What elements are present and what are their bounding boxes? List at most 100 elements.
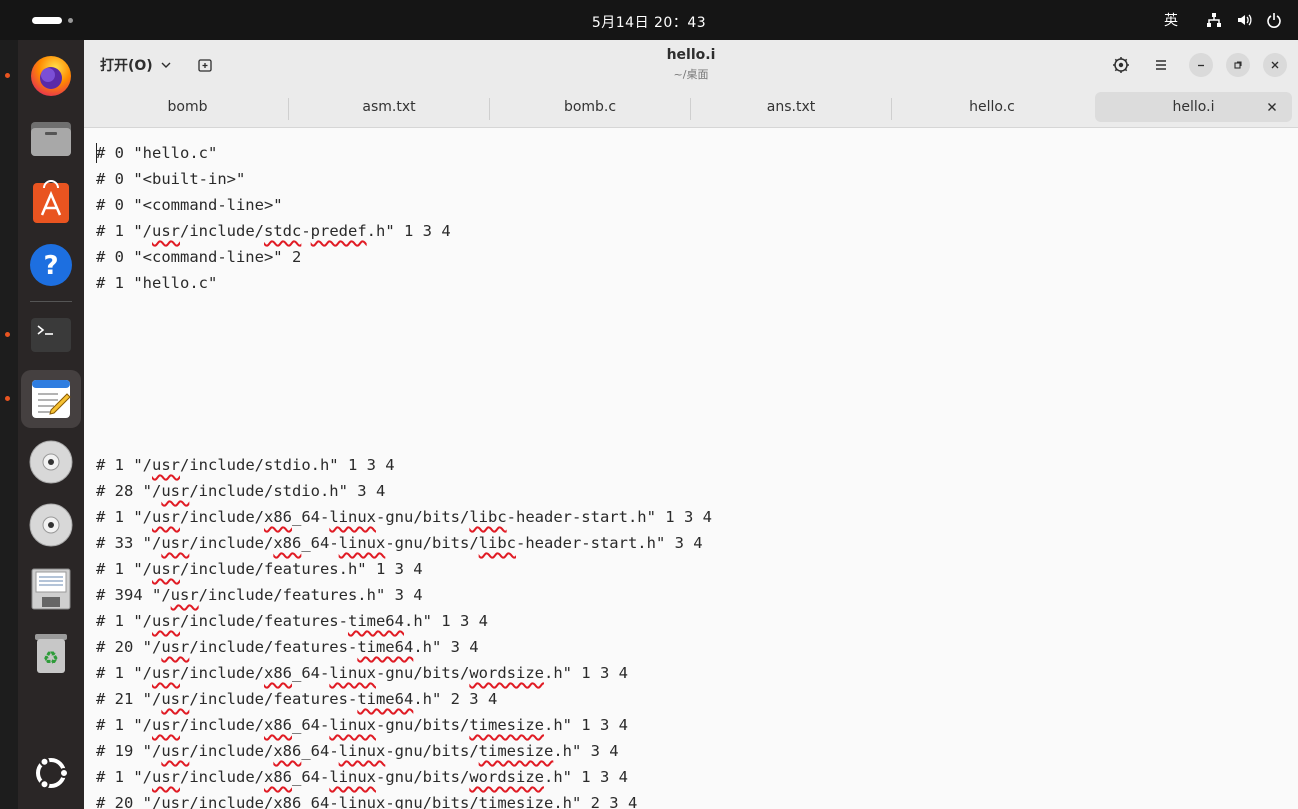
text-editor-window: 打开(O) hello.i ~/桌面 bomb asm.txt bomb.c a… — [84, 40, 1298, 809]
code-line: # 28 "/usr/include/stdio.h" 3 4 — [96, 482, 386, 500]
volume-icon[interactable] — [1236, 12, 1252, 28]
trash-icon: ♻ — [35, 634, 67, 673]
misspelled-word: libc — [469, 508, 507, 526]
restore-button[interactable] — [1226, 53, 1250, 77]
misspelled-word: usr — [161, 638, 190, 656]
minimize-button[interactable] — [1189, 53, 1213, 77]
misspelled-word: predef — [310, 222, 367, 240]
misspelled-word: wordsize — [469, 768, 544, 786]
dock-terminal[interactable] — [5, 306, 81, 364]
tab-asm-txt[interactable]: asm.txt — [289, 92, 489, 122]
code-line: # 394 "/usr/include/features.h" 3 4 — [96, 586, 423, 604]
tab-label: bomb — [167, 99, 208, 115]
dock-disc-1[interactable] — [21, 433, 81, 491]
running-indicator — [5, 73, 10, 78]
tab-bar: bomb asm.txt bomb.c ans.txt hello.c hell… — [84, 88, 1298, 128]
dock-disc-2[interactable] — [21, 496, 81, 554]
app-center-icon — [33, 180, 69, 223]
dock-help[interactable]: ? — [21, 236, 81, 294]
misspelled-word: timesize — [478, 794, 554, 809]
running-indicator — [5, 332, 10, 337]
terminal-icon — [31, 318, 71, 352]
dock-firefox[interactable] — [5, 47, 81, 105]
code-line: # 0 "<command-line>" — [96, 196, 283, 214]
code-line: # 1 "/usr/include/x86_64-linux-gnu/bits/… — [96, 508, 712, 526]
code-line: # 20 "/usr/include/x86_64-linux-gnu/bits… — [96, 790, 637, 809]
misspelled-word: usr — [161, 690, 190, 708]
misspelled-word: linux — [338, 794, 386, 809]
code-line: # 0 "<built-in>" — [96, 170, 246, 188]
code-line: # 1 "hello.c" — [96, 274, 218, 292]
misspelled-word: timesize — [478, 742, 554, 760]
top-bar: 5月14日 20：43 英 — [0, 0, 1298, 40]
dock-save-drive[interactable] — [21, 560, 81, 618]
misspelled-word: x86 — [264, 768, 292, 786]
misspelled-word: linux — [329, 664, 376, 682]
code-line: # 1 "/usr/include/x86_64-linux-gnu/bits/… — [96, 664, 628, 682]
code-line: # 1 "/usr/include/features.h" 1 3 4 — [96, 560, 423, 578]
close-tab-button[interactable] — [1264, 99, 1280, 115]
misspelled-word: timesize — [469, 716, 544, 734]
misspelled-word: stdc — [264, 222, 302, 240]
misspelled-word: usr — [152, 508, 180, 526]
dock-text-editor[interactable] — [5, 370, 81, 428]
tab-label: bomb.c — [563, 99, 617, 115]
misspelled-word: x86 — [264, 716, 292, 734]
code-line: # 0 "hello.c" — [96, 144, 218, 162]
misspelled-word: usr — [161, 742, 190, 760]
folder-icon — [31, 122, 71, 156]
dock-files[interactable] — [21, 110, 81, 168]
misspelled-word: usr — [152, 716, 180, 734]
misspelled-word: time64 — [347, 612, 404, 630]
svg-text:?: ? — [43, 251, 58, 281]
misspelled-word: usr — [170, 586, 199, 604]
minimize-icon — [1198, 64, 1204, 67]
dock-trash[interactable]: ♻ — [21, 624, 81, 682]
tab-label: hello.i — [1172, 99, 1215, 115]
misspelled-word: usr — [152, 222, 180, 240]
code-line: # 1 "/usr/include/stdc-predef.h" 1 3 4 — [96, 222, 451, 240]
dock-app-center[interactable] — [21, 173, 81, 231]
misspelled-word: usr — [152, 664, 180, 682]
misspelled-word: linux — [329, 508, 376, 526]
misspelled-word: usr — [152, 560, 180, 578]
svg-text:♻: ♻ — [43, 648, 59, 669]
tab-label: ans.txt — [766, 99, 816, 115]
code-line: # 0 "<command-line>" 2 — [96, 248, 302, 266]
misspelled-word: usr — [152, 768, 180, 786]
tab-hello-c[interactable]: hello.c — [892, 92, 1092, 122]
tab-bomb[interactable]: bomb — [87, 92, 288, 122]
hamburger-menu-icon — [1156, 60, 1166, 70]
dock-separator — [30, 301, 72, 302]
misspelled-word: x86 — [273, 742, 302, 760]
tab-hello-i[interactable]: hello.i — [1095, 92, 1292, 122]
disc-icon — [29, 503, 73, 547]
system-tray[interactable]: 英 — [1164, 10, 1282, 30]
document-settings-button[interactable] — [1109, 53, 1133, 77]
text-editor-area[interactable]: # 0 "hello.c" # 0 "<built-in>" # 0 "<comma… — [84, 129, 1298, 809]
clock[interactable]: 5月14日 20：43 — [0, 12, 1298, 32]
main-menu-button[interactable] — [1149, 53, 1173, 77]
input-method-indicator[interactable]: 英 — [1164, 10, 1178, 30]
text-editor-icon — [32, 380, 71, 418]
network-icon[interactable] — [1206, 12, 1222, 28]
code-line: # 33 "/usr/include/x86_64-linux-gnu/bits… — [96, 534, 703, 552]
running-indicator — [5, 396, 10, 401]
power-icon[interactable] — [1266, 12, 1282, 28]
close-window-button[interactable] — [1263, 53, 1287, 77]
misspelled-word: linux — [338, 742, 386, 760]
misspelled-word: x86 — [264, 664, 292, 682]
dock-show-apps[interactable] — [21, 744, 81, 802]
misspelled-word: x86 — [273, 534, 302, 552]
code-line: # 19 "/usr/include/x86_64-linux-gnu/bits… — [96, 742, 619, 760]
misspelled-word: x86 — [273, 794, 302, 809]
tab-bomb-c[interactable]: bomb.c — [490, 92, 690, 122]
code-line: # 1 "/usr/include/x86_64-linux-gnu/bits/… — [96, 768, 628, 786]
misspelled-word: linux — [329, 768, 376, 786]
tab-ans-txt[interactable]: ans.txt — [691, 92, 891, 122]
tab-label: asm.txt — [362, 99, 416, 115]
dock: ? ♻ — [5, 40, 84, 809]
code-line: # 1 "/usr/include/stdio.h" 1 3 4 — [96, 456, 395, 474]
code-line: # 21 "/usr/include/features-time64.h" 2 … — [96, 690, 498, 708]
code-line: # 1 "/usr/include/features-time64.h" 1 3… — [96, 612, 488, 630]
